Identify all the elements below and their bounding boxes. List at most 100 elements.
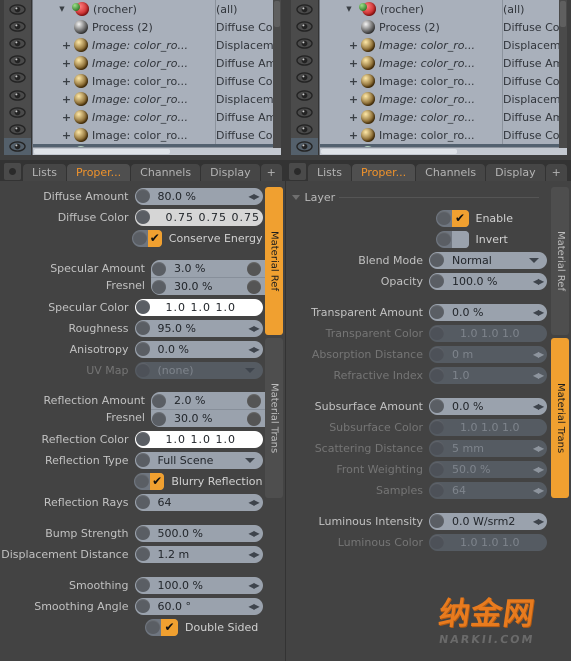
section-header-layer[interactable]: Layer bbox=[291, 189, 539, 205]
row-specular-color[interactable]: Specular Color 1.0 1.0 1.0 bbox=[0, 298, 263, 316]
expand-plus-icon[interactable]: + bbox=[61, 112, 72, 123]
row-uv-map[interactable]: UV Map (none) bbox=[0, 361, 263, 379]
spinner-icon[interactable]: ◀▶ bbox=[245, 494, 263, 511]
row-reflection-rays[interactable]: Reflection Rays 64 ◀▶ bbox=[0, 493, 263, 511]
field-scattering-distance[interactable]: 5 mm ◀▶ bbox=[429, 439, 547, 457]
field-subsurface-color[interactable]: 1.0 1.0 1.0 bbox=[429, 418, 547, 436]
spinner-icon[interactable]: ◀▶ bbox=[529, 398, 547, 415]
tree-row[interactable]: + Image: color_ro... Diffuse Amount bbox=[320, 108, 567, 126]
tree-row[interactable]: Process (2) Diffuse Color bbox=[33, 18, 281, 36]
eye-icon[interactable] bbox=[9, 21, 26, 32]
animate-knob-icon[interactable] bbox=[135, 342, 150, 356]
animate-knob-icon[interactable] bbox=[436, 232, 451, 246]
animate-knob-icon[interactable] bbox=[135, 321, 150, 335]
spinner-icon[interactable]: ◀▶ bbox=[245, 188, 263, 205]
eye-icon[interactable] bbox=[296, 124, 313, 135]
visibility-toggle[interactable] bbox=[4, 121, 31, 138]
field-luminous-intensity[interactable]: 0.0 W/srm2 ◀▶ bbox=[429, 512, 547, 530]
animate-knob-icon[interactable] bbox=[135, 578, 150, 592]
value-displacement-distance[interactable]: 1.2 m bbox=[150, 548, 245, 561]
row-reflection-type[interactable]: Reflection Type Full Scene bbox=[0, 451, 263, 469]
expand-plus-icon[interactable]: + bbox=[348, 94, 359, 105]
animate-knob-icon[interactable] bbox=[135, 495, 150, 509]
tab-proper[interactable]: Proper... bbox=[351, 164, 416, 181]
visibility-toggle[interactable] bbox=[291, 137, 318, 155]
tree-row[interactable]: + Image: color_ro... Diffuse Amount bbox=[320, 54, 567, 72]
value-blend-mode[interactable]: Normal bbox=[444, 254, 529, 267]
spinner-icon[interactable]: ◀▶ bbox=[245, 577, 263, 594]
animate-knob-icon[interactable] bbox=[135, 547, 150, 561]
secondary-knob-icon[interactable] bbox=[247, 393, 261, 408]
tree-row[interactable]: + Image: color_ro... Diffuse Color bbox=[33, 126, 281, 144]
row-roughness[interactable]: Roughness 95.0 % ◀▶ bbox=[0, 319, 263, 337]
field-luminous-color[interactable]: 1.0 1.0 1.0 bbox=[429, 533, 547, 551]
field-blend-mode[interactable]: Normal bbox=[429, 251, 547, 269]
tree-row[interactable]: + Image: color_ro... Diffuse Color bbox=[33, 72, 281, 90]
field-front-weighting[interactable]: 50.0 % ◀▶ bbox=[429, 460, 547, 478]
row-enable[interactable]: ✔ Enable bbox=[286, 209, 548, 227]
tree-row[interactable]: ▼ (rocher) (all) bbox=[33, 0, 281, 18]
eye-icon[interactable] bbox=[296, 55, 313, 67]
field-diffuse-color[interactable]: 0.75 0.75 0.75 bbox=[134, 208, 263, 226]
row-refractive-index[interactable]: Refractive Index 1.0 ◀▶ bbox=[286, 366, 547, 384]
animate-knob-icon[interactable] bbox=[135, 599, 150, 613]
value-reflection-color[interactable]: 1.0 1.0 1.0 bbox=[150, 433, 263, 446]
row-absorption-distance[interactable]: Absorption Distance 0 m ◀▶ bbox=[286, 345, 547, 363]
row-luminous-color[interactable]: Luminous Color 1.0 1.0 1.0 bbox=[286, 533, 547, 551]
tree-row[interactable]: + Image: color_ro... Displacement bbox=[320, 36, 567, 54]
field-smoothing[interactable]: 100.0 % ◀▶ bbox=[134, 576, 263, 594]
field-absorption-distance[interactable]: 0 m ◀▶ bbox=[429, 345, 547, 363]
field-reflection-rays[interactable]: 64 ◀▶ bbox=[134, 493, 263, 511]
spinner-icon[interactable]: ◀▶ bbox=[529, 482, 547, 499]
tree-list-right[interactable]: ▼ (rocher) (all) Process (2) Diffuse Color + I… bbox=[319, 0, 567, 155]
eye-icon[interactable] bbox=[9, 141, 26, 152]
tree-vscrollbar-right[interactable] bbox=[559, 0, 567, 148]
field-subsurface-amount[interactable]: 0.0 % ◀▶ bbox=[429, 397, 547, 415]
animate-knob-icon[interactable] bbox=[430, 420, 444, 434]
visibility-toggle[interactable] bbox=[291, 104, 318, 121]
field-uv-map[interactable]: (none) bbox=[134, 361, 263, 379]
visibility-toggle[interactable] bbox=[291, 18, 318, 35]
expand-plus-icon[interactable]: + bbox=[61, 94, 72, 105]
value-front-weighting[interactable]: 50.0 % bbox=[444, 463, 529, 476]
spinner-icon[interactable]: ◀▶ bbox=[245, 341, 263, 358]
checkbox-invert[interactable] bbox=[435, 230, 469, 248]
field-anisotropy[interactable]: 0.0 % ◀▶ bbox=[134, 340, 263, 358]
animate-knob-icon[interactable] bbox=[152, 393, 166, 408]
chevron-down-icon[interactable] bbox=[529, 257, 539, 263]
row-transparent-amount[interactable]: Transparent Amount 0.0 % ◀▶ bbox=[286, 303, 547, 321]
animate-knob-icon[interactable] bbox=[135, 363, 150, 377]
value-subsurface-amount[interactable]: 0.0 % bbox=[444, 400, 529, 413]
tab-display[interactable]: Display bbox=[486, 164, 545, 181]
field-reflection-type[interactable]: Full Scene bbox=[134, 451, 263, 469]
visibility-toggle[interactable] bbox=[291, 52, 318, 69]
visibility-toggle[interactable] bbox=[4, 69, 31, 86]
eye-icon[interactable] bbox=[9, 106, 26, 118]
value-reflection-amount[interactable]: 2.0 % bbox=[166, 394, 246, 407]
expand-plus-icon[interactable]: + bbox=[348, 112, 359, 123]
tree-row[interactable]: ▼ (rocher) (all) bbox=[320, 0, 567, 18]
spinner-icon[interactable]: ◀▶ bbox=[529, 304, 547, 321]
spinner-icon[interactable]: ◀▶ bbox=[529, 461, 547, 478]
checkbox-blurry-reflection[interactable]: ✔ bbox=[133, 472, 165, 490]
eye-icon[interactable] bbox=[296, 89, 313, 101]
row-subsurface-color[interactable]: Subsurface Color 1.0 1.0 1.0 bbox=[286, 418, 547, 436]
field-roughness[interactable]: 95.0 % ◀▶ bbox=[134, 319, 263, 337]
row-displacement-distance[interactable]: Displacement Distance 1.2 m ◀▶ bbox=[0, 545, 263, 563]
eye-icon[interactable] bbox=[9, 55, 26, 67]
animate-knob-icon[interactable] bbox=[430, 462, 444, 476]
eye-icon[interactable] bbox=[9, 89, 26, 101]
tab-display[interactable]: Display bbox=[201, 164, 260, 181]
value-luminous-intensity[interactable]: 0.0 W/srm2 bbox=[444, 515, 529, 528]
eye-icon[interactable] bbox=[296, 141, 313, 152]
animate-knob-icon[interactable] bbox=[430, 535, 444, 549]
tree-row[interactable]: + Image: color_ro... Displacement bbox=[33, 36, 281, 54]
spinner-icon[interactable]: ◀▶ bbox=[529, 440, 547, 457]
spinner-icon[interactable]: ◀▶ bbox=[245, 546, 263, 563]
secondary-knob-icon[interactable] bbox=[247, 261, 261, 276]
row-invert[interactable]: Invert bbox=[286, 230, 548, 248]
expand-plus-icon[interactable]: + bbox=[348, 40, 359, 51]
value-uv-map[interactable]: (none) bbox=[150, 364, 245, 377]
row-diffuse-color[interactable]: Diffuse Color 0.75 0.75 0.75 bbox=[0, 208, 263, 226]
value-bump-strength[interactable]: 500.0 % bbox=[150, 527, 245, 540]
